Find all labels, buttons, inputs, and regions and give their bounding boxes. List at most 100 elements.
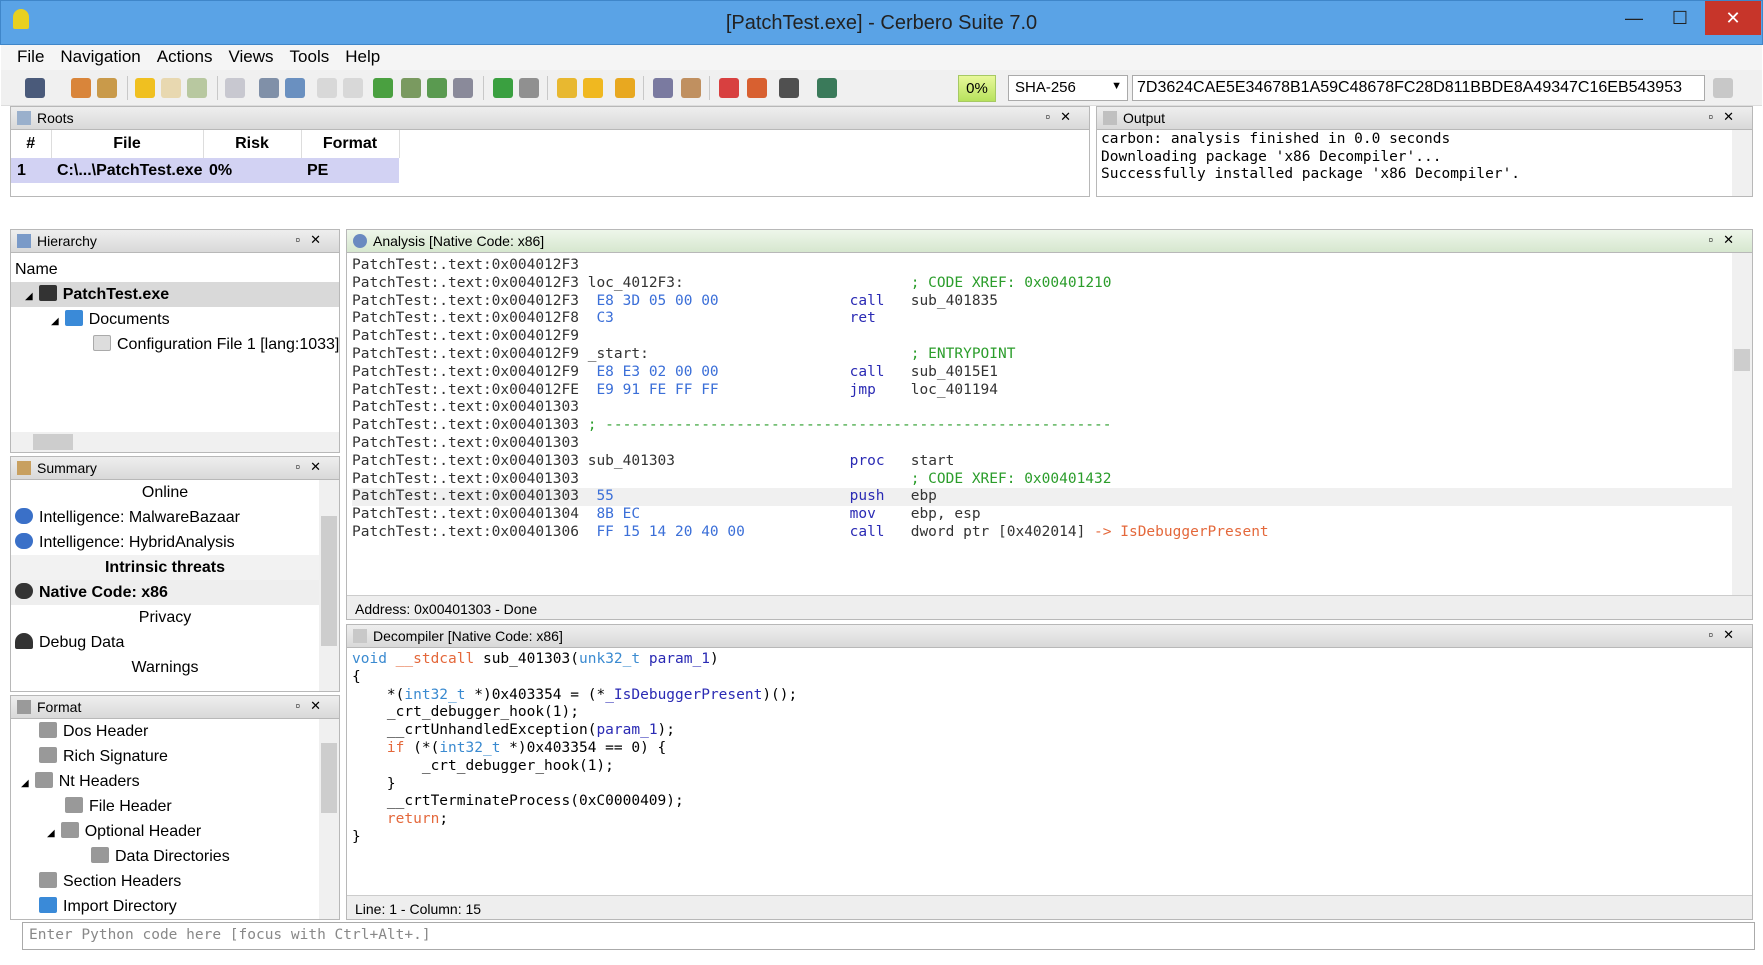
- list-item[interactable]: Debug Data: [11, 630, 319, 655]
- disasm-line[interactable]: PatchTest:.text:0x00401303: [352, 399, 1747, 417]
- output-scrollbar[interactable]: [1732, 130, 1752, 196]
- copy-icon[interactable]: [1713, 78, 1733, 98]
- menu-views[interactable]: Views: [220, 45, 281, 70]
- disasm-line[interactable]: PatchTest:.text:0x004012F3 loc_4012F3: ;…: [352, 275, 1747, 293]
- panel-buttons[interactable]: ▫✕: [1708, 109, 1744, 125]
- tree-item-data-directories[interactable]: Data Directories: [11, 844, 319, 869]
- disasm-line[interactable]: PatchTest:.text:0x004012F9 E8 E3 02 00 0…: [352, 364, 1747, 382]
- disasm-line[interactable]: PatchTest:.text:0x004012F9 _start: ; ENT…: [352, 346, 1747, 364]
- code-line[interactable]: __crtUnhandledException(param_1);: [352, 722, 1747, 740]
- menu-actions[interactable]: Actions: [149, 45, 221, 70]
- code-line[interactable]: __crtTerminateProcess(0xC0000409);: [352, 793, 1747, 811]
- save-icon[interactable]: [25, 78, 45, 98]
- find-icon[interactable]: [401, 78, 421, 98]
- code-line[interactable]: }: [352, 776, 1747, 794]
- colors-icon[interactable]: [719, 78, 739, 98]
- colors2-icon[interactable]: [747, 78, 767, 98]
- menu-tools[interactable]: Tools: [282, 45, 338, 70]
- open-icon[interactable]: [71, 78, 91, 98]
- code-line[interactable]: void __stdcall sub_401303(unk32_t param_…: [352, 651, 1747, 669]
- export-icon[interactable]: [187, 78, 207, 98]
- python-input[interactable]: Enter Python code here [focus with Ctrl+…: [22, 922, 1755, 950]
- disassembly-view[interactable]: PatchTest:.text:0x004012F3 PatchTest:.tex…: [347, 253, 1752, 595]
- undo-icon[interactable]: [817, 78, 837, 98]
- list-item[interactable]: Intelligence: HybridAnalysis: [11, 530, 319, 555]
- menu-file[interactable]: File: [9, 45, 52, 70]
- list-item[interactable]: Native Code: x86: [11, 580, 319, 605]
- disasm-line[interactable]: PatchTest:.text:0x00401304 8B EC mov ebp…: [352, 506, 1747, 524]
- goto-icon[interactable]: [427, 78, 447, 98]
- frame-icon[interactable]: [317, 78, 337, 98]
- panel-buttons[interactable]: ▫✕: [295, 232, 331, 248]
- col-format[interactable]: Format: [301, 130, 400, 158]
- hash-value-field[interactable]: 7D3624CAE5E34678B1A59C48678FC28D811BBDE8…: [1132, 75, 1705, 101]
- pen-icon[interactable]: [681, 78, 701, 98]
- menu-help[interactable]: Help: [337, 45, 388, 70]
- panel-buttons[interactable]: ▫✕: [1708, 627, 1744, 643]
- panel-buttons[interactable]: ▫✕: [295, 698, 331, 714]
- tree-item-config[interactable]: Configuration File 1 [lang:1033]: [11, 332, 339, 357]
- maximize-button[interactable]: ☐: [1660, 1, 1700, 35]
- paste-icon[interactable]: [97, 78, 117, 98]
- disasm-line[interactable]: PatchTest:.text:0x004012F9: [352, 328, 1747, 346]
- refresh-icon[interactable]: [285, 78, 305, 98]
- decompiler-view[interactable]: void __stdcall sub_401303(unk32_t param_…: [347, 648, 1752, 892]
- star-add-icon[interactable]: [557, 78, 577, 98]
- name-column-header[interactable]: Name: [11, 257, 339, 282]
- table-row[interactable]: 1 C:\...\PatchTest.exe 0% PE: [11, 158, 399, 183]
- hash-icon[interactable]: [779, 78, 799, 98]
- disasm-line[interactable]: PatchTest:.text:0x00401303 sub_401303 pr…: [352, 453, 1747, 471]
- disasm-line[interactable]: PatchTest:.text:0x00401303: [352, 435, 1747, 453]
- code-line[interactable]: _crt_debugger_hook(1);: [352, 758, 1747, 776]
- code-line[interactable]: }: [352, 829, 1747, 847]
- tree-item-dos-header[interactable]: Dos Header: [11, 719, 319, 744]
- edit-icon[interactable]: [653, 78, 673, 98]
- disasm-line[interactable]: PatchTest:.text:0x004012F8 C3 ret: [352, 310, 1747, 328]
- disasm-line[interactable]: PatchTest:.text:0x00401306 FF 15 14 20 4…: [352, 524, 1747, 542]
- list-item[interactable]: Intelligence: MalwareBazaar: [11, 505, 319, 530]
- close-button[interactable]: ✕: [1705, 1, 1761, 35]
- hierarchy-hscrollbar[interactable]: [11, 432, 339, 452]
- tree-item-nt-headers[interactable]: ◢ Nt Headers: [11, 769, 319, 794]
- code-line[interactable]: if (*(int32_t *)0x403354 == 0) {: [352, 740, 1747, 758]
- go-icon[interactable]: [373, 78, 393, 98]
- col-number[interactable]: #: [11, 130, 52, 158]
- tree-item-rich-signature[interactable]: Rich Signature: [11, 744, 319, 769]
- panel-buttons[interactable]: ▫✕: [1045, 109, 1081, 125]
- tree-item-optional-header[interactable]: ◢ Optional Header: [11, 819, 319, 844]
- star-icon[interactable]: [583, 78, 603, 98]
- code-line[interactable]: {: [352, 669, 1747, 687]
- calc-icon[interactable]: [453, 78, 473, 98]
- disasm-line[interactable]: PatchTest:.text:0x00401303 55 push ebp: [352, 488, 1747, 507]
- panel-buttons[interactable]: ▫✕: [1708, 232, 1744, 248]
- format-scrollbar[interactable]: [319, 719, 339, 919]
- tree-item-import-directory[interactable]: Import Directory: [11, 894, 319, 919]
- tree-item-documents[interactable]: ◢ Documents: [11, 307, 339, 332]
- disasm-line[interactable]: PatchTest:.text:0x004012F3: [352, 257, 1747, 275]
- disasm-line[interactable]: PatchTest:.text:0x00401303 ; -----------…: [352, 417, 1747, 435]
- back-arrow-icon[interactable]: [493, 78, 513, 98]
- tree-item-section-headers[interactable]: Section Headers: [11, 869, 319, 894]
- disasm-line[interactable]: PatchTest:.text:0x004012FE E9 91 FE FF F…: [352, 382, 1747, 400]
- tree-item-file-header[interactable]: File Header: [11, 794, 319, 819]
- code-line[interactable]: *(int32_t *)0x403354 = (*_IsDebuggerPres…: [352, 687, 1747, 705]
- col-risk[interactable]: Risk: [203, 130, 302, 158]
- document-icon[interactable]: [161, 78, 181, 98]
- code-line[interactable]: _crt_debugger_hook(1);: [352, 704, 1747, 722]
- layout-icon[interactable]: [259, 78, 279, 98]
- code-line[interactable]: return;: [352, 811, 1747, 829]
- frame2-icon[interactable]: [343, 78, 363, 98]
- forward-arrow-icon[interactable]: [519, 78, 539, 98]
- analysis-scrollbar[interactable]: [1732, 253, 1752, 595]
- disasm-line[interactable]: PatchTest:.text:0x004012F3 E8 3D 05 00 0…: [352, 293, 1747, 311]
- col-file[interactable]: File: [51, 130, 204, 158]
- bookmarks-icon[interactable]: [615, 78, 635, 98]
- disasm-line[interactable]: PatchTest:.text:0x00401303 ; CODE XREF: …: [352, 471, 1747, 489]
- hash-algo-select[interactable]: SHA-256 ▼: [1008, 75, 1128, 101]
- window-icon[interactable]: [225, 78, 245, 98]
- tree-item-patchtest[interactable]: ◢ PatchTest.exe: [11, 282, 339, 307]
- minimize-button[interactable]: —: [1614, 1, 1654, 35]
- lightning-icon[interactable]: [135, 78, 155, 98]
- panel-buttons[interactable]: ▫✕: [295, 459, 331, 475]
- menu-navigation[interactable]: Navigation: [52, 45, 148, 70]
